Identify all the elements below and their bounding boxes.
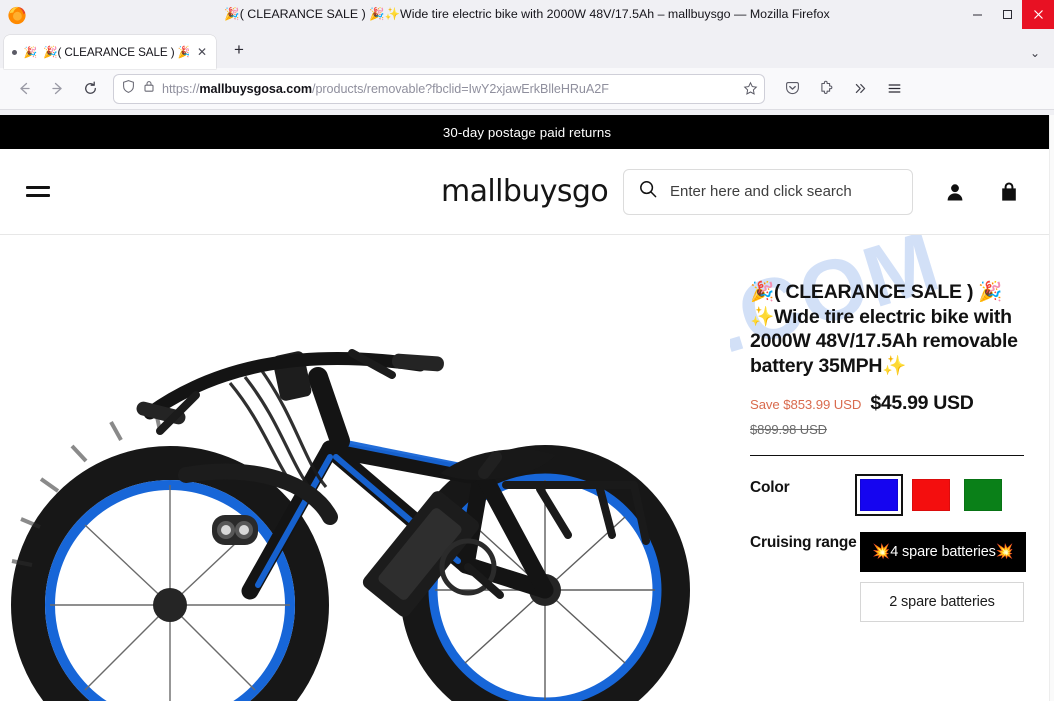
- tab-strip: 🎉 🎉( CLEARANCE SALE ) 🎉✨ ✕ + ⌄: [0, 29, 1054, 69]
- back-button[interactable]: [8, 74, 40, 104]
- firefox-browser-window: 🎉( CLEARANCE SALE ) 🎉✨Wide tire electric…: [0, 0, 1054, 701]
- product-title: 🎉( CLEARANCE SALE ) 🎉✨Wide tire electric…: [750, 281, 1018, 377]
- cruising-range-option-2-batteries[interactable]: 2 spare batteries: [860, 582, 1024, 622]
- page-viewport: 30-day postage paid returns mallbuysgo E…: [0, 115, 1054, 701]
- site-header: mallbuysgo: [0, 149, 1054, 235]
- color-swatch-green[interactable]: [964, 479, 1002, 511]
- account-person-icon[interactable]: [944, 181, 966, 203]
- url-text[interactable]: https://mallbuysgosa.com/products/remova…: [162, 82, 735, 96]
- magnifier-icon: [638, 179, 658, 204]
- page-scrollbar[interactable]: [1049, 115, 1054, 701]
- price-row: Save $853.99 USD $45.99 USD: [750, 392, 1040, 415]
- product-image-gallery[interactable]: [0, 235, 730, 701]
- current-price: $45.99 USD: [870, 392, 974, 414]
- search-box[interactable]: [623, 168, 913, 215]
- tab-activity-dot-icon: [12, 49, 17, 55]
- reload-button[interactable]: [74, 74, 106, 104]
- option-cruising-range: Cruising range 💥4 spare batteries💥 2 spa…: [750, 532, 1040, 622]
- tracking-protection-shield-icon[interactable]: [121, 79, 136, 99]
- cruising-range-option-4-batteries[interactable]: 💥4 spare batteries💥: [860, 532, 1026, 572]
- close-window-button[interactable]: [1022, 0, 1054, 29]
- address-bar[interactable]: https://mallbuysgosa.com/products/remova…: [113, 73, 765, 104]
- party-popper-icon: 🎉: [23, 46, 38, 59]
- site-logo[interactable]: mallbuysgo: [441, 174, 609, 209]
- list-all-tabs-chevron-down-icon[interactable]: ⌄: [1030, 46, 1040, 60]
- toolbar-right-buttons: [776, 74, 910, 104]
- application-menu-hamburger-icon[interactable]: [878, 74, 910, 104]
- close-tab-icon[interactable]: ✕: [194, 44, 210, 60]
- color-swatch-blue[interactable]: [855, 474, 903, 516]
- promo-banner: 30-day postage paid returns: [0, 115, 1054, 149]
- new-tab-button[interactable]: +: [224, 35, 254, 65]
- site-menu-hamburger-icon[interactable]: [24, 175, 58, 209]
- compare-at-price: $899.98 USD: [750, 422, 827, 437]
- firefox-logo-icon: [6, 4, 28, 26]
- section-divider: [750, 455, 1024, 456]
- header-action-icons: [944, 181, 1020, 203]
- bookmark-star-icon[interactable]: [741, 81, 759, 96]
- maximize-button[interactable]: [992, 0, 1022, 29]
- option-label-cruising-range: Cruising range: [750, 534, 857, 551]
- shopping-bag-icon[interactable]: [998, 181, 1020, 203]
- save-to-pocket-icon[interactable]: [776, 74, 808, 104]
- forward-button[interactable]: [41, 74, 73, 104]
- browser-tab[interactable]: 🎉 🎉( CLEARANCE SALE ) 🎉✨ ✕: [4, 35, 216, 69]
- window-title: 🎉( CLEARANCE SALE ) 🎉✨Wide tire electric…: [224, 7, 830, 21]
- color-swatch-red[interactable]: [912, 479, 950, 511]
- window-controls: [962, 0, 1054, 29]
- cruising-range-option-list: 💥4 spare batteries💥 2 spare batteries: [860, 532, 1026, 622]
- overflow-double-chevron-icon[interactable]: [844, 74, 876, 104]
- padlock-icon[interactable]: [142, 79, 156, 98]
- extensions-puzzle-icon[interactable]: [810, 74, 842, 104]
- tab-title: 🎉( CLEARANCE SALE ) 🎉✨: [43, 46, 189, 59]
- product-info-panel: 🎉( CLEARANCE SALE ) 🎉✨Wide tire electric…: [750, 235, 1040, 622]
- color-swatch-list: [855, 474, 1002, 516]
- product-main: MYANTISPYWARE.COM: [0, 235, 1054, 701]
- navigation-toolbar: https://mallbuysgosa.com/products/remova…: [0, 68, 1054, 110]
- save-amount-badge: Save $853.99 USD: [750, 397, 862, 412]
- minimize-button[interactable]: [962, 0, 992, 29]
- option-color: Color: [750, 474, 1040, 516]
- product-image[interactable]: [0, 235, 730, 701]
- option-label-color: Color: [750, 479, 790, 496]
- search-input[interactable]: [670, 183, 898, 200]
- window-title-bar: 🎉( CLEARANCE SALE ) 🎉✨Wide tire electric…: [0, 0, 1054, 29]
